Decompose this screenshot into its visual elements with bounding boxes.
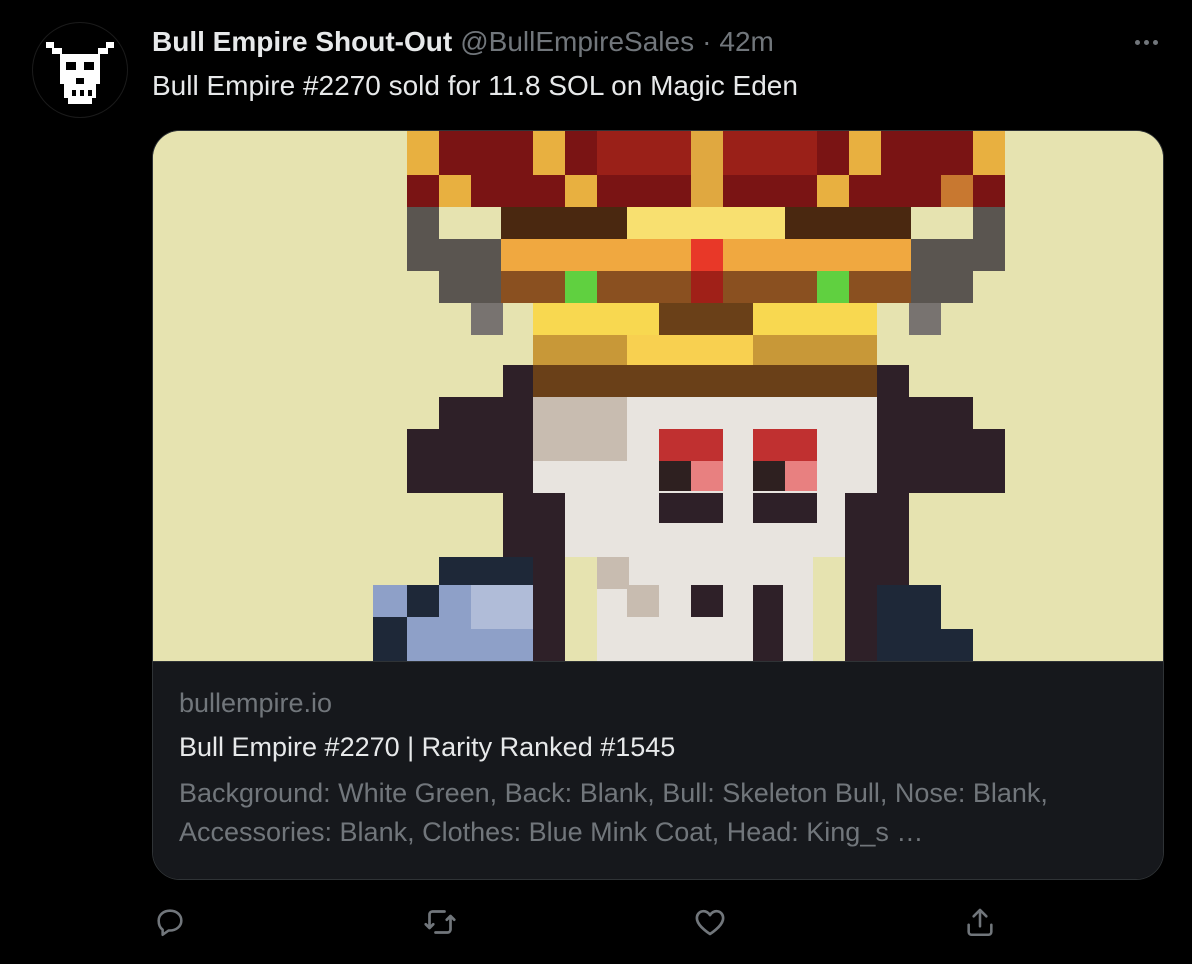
share-icon [967, 908, 993, 937]
separator-dot: · [702, 26, 712, 57]
card-body[interactable]: bullempire.io Bull Empire #2270 | Rarity… [153, 662, 1163, 879]
author-avatar[interactable] [32, 22, 128, 118]
card-image[interactable] [153, 131, 1163, 662]
retweet-icon [424, 910, 456, 934]
retweet-button[interactable] [418, 900, 462, 944]
more-dot [1143, 39, 1149, 45]
card-description: Background: White Green, Back: Blank, Bu… [179, 778, 1048, 847]
heart-icon [695, 909, 725, 936]
tweet-header: Bull Empire Shout-Out @BullEmpireSales ·… [152, 24, 774, 60]
author-handle[interactable]: @BullEmpireSales [460, 26, 694, 58]
reply-button[interactable] [148, 900, 192, 944]
reply-icon [157, 909, 183, 937]
tweet-actions [0, 900, 1192, 950]
share-button[interactable] [958, 900, 1002, 944]
more-dot [1152, 39, 1158, 45]
link-card[interactable]: bullempire.io Bull Empire #2270 | Rarity… [152, 130, 1164, 880]
like-button[interactable] [688, 900, 732, 944]
more-options-button[interactable] [1126, 26, 1166, 58]
tweet-timestamp[interactable]: 42m [719, 26, 773, 58]
tweet-text: Bull Empire #2270 sold for 11.8 SOL on M… [152, 70, 798, 101]
nft-pixel-art-image [153, 131, 1163, 661]
card-title: Bull Empire #2270 | Rarity Ranked #1545 [179, 732, 676, 762]
author-name[interactable]: Bull Empire Shout-Out [152, 26, 452, 58]
bull-skull-logo-icon [46, 42, 114, 104]
card-domain: bullempire.io [179, 688, 333, 718]
more-horizontal-icon [1134, 39, 1140, 45]
